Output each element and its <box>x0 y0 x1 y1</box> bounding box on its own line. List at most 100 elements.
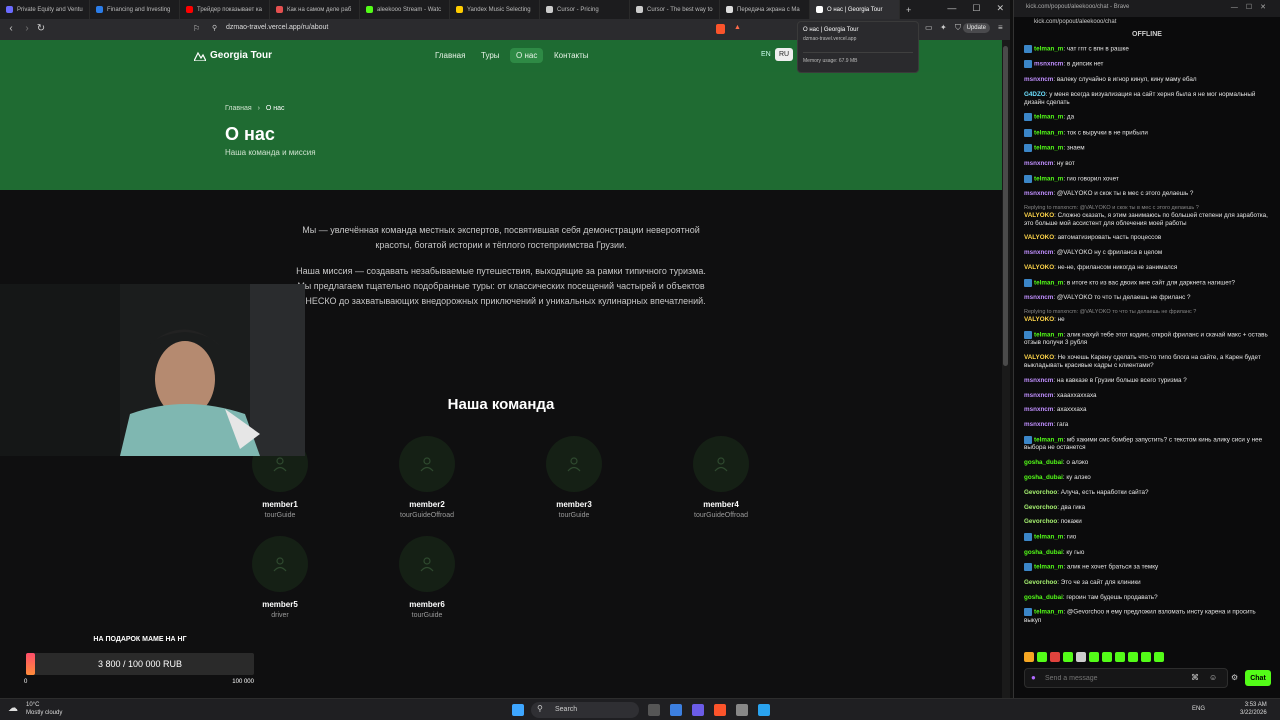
clock[interactable]: 3:53 AM 3/22/2026 <box>1240 701 1267 717</box>
reload-icon[interactable]: ↻ <box>34 23 48 34</box>
browser-tab[interactable]: Financing and Investing <box>90 0 180 19</box>
extensions-icon[interactable]: ✦ <box>940 23 947 32</box>
app-icon-1[interactable] <box>670 704 682 716</box>
browser-tab[interactable]: aleekooo Stream - Watc <box>360 0 450 19</box>
brave-icon[interactable] <box>714 704 726 716</box>
chat-username[interactable]: msnxncm <box>1034 61 1063 68</box>
chat-username[interactable]: telman_m <box>1034 175 1063 182</box>
start-icon[interactable] <box>512 704 524 716</box>
system-tray[interactable]: ENG <box>1192 706 1205 712</box>
chat-username[interactable]: telman_m <box>1034 332 1063 339</box>
chat-username[interactable]: gosha_dubai <box>1024 549 1063 556</box>
scrollbar-thumb[interactable] <box>1003 46 1008 366</box>
forward-icon[interactable]: › <box>20 23 34 34</box>
chat-username[interactable]: G4DZO <box>1024 91 1046 98</box>
emote-icon[interactable] <box>1024 652 1034 662</box>
bookmark-icon[interactable]: ⚐ <box>193 24 200 33</box>
browser-tab[interactable]: Передача экрана с Ma <box>720 0 810 19</box>
emote-icon[interactable] <box>1050 652 1060 662</box>
chat-username[interactable]: gosha_dubai <box>1024 594 1063 601</box>
browser-tab[interactable]: Cursor - The best way to <box>630 0 720 19</box>
mic-icon[interactable]: ● <box>1031 673 1036 682</box>
chat-username[interactable]: telman_m <box>1034 437 1063 444</box>
nav-tours[interactable]: Туры <box>481 51 500 60</box>
emote-icon[interactable] <box>1076 652 1086 662</box>
lang-indicator[interactable]: ENG <box>1192 706 1205 712</box>
nav-home[interactable]: Главная <box>435 51 465 60</box>
chat-username[interactable]: telman_m <box>1034 46 1063 53</box>
update-button[interactable]: Update <box>962 23 990 33</box>
sidebar-icon[interactable]: ▭ <box>925 23 933 32</box>
back-icon[interactable]: ‹ <box>4 23 18 34</box>
command-icon[interactable]: ⌘ <box>1191 673 1199 682</box>
emote-icon[interactable] <box>1063 652 1073 662</box>
emote-icon[interactable] <box>1089 652 1099 662</box>
brave-shields-icon[interactable] <box>716 24 725 34</box>
chat-username[interactable]: Gevorchoo <box>1024 489 1057 496</box>
chat-username[interactable]: telman_m <box>1034 114 1063 121</box>
chat-username[interactable]: Gevorchoo <box>1024 504 1057 511</box>
nav-about[interactable]: О нас <box>510 48 544 63</box>
browser-tab[interactable]: Yandex Music Selecting <box>450 0 540 19</box>
chat-username[interactable]: Gevorchoo <box>1024 518 1057 525</box>
chat-username[interactable]: msnxncm <box>1024 392 1053 399</box>
emote-icon[interactable] <box>1141 652 1151 662</box>
brave-rewards-icon[interactable]: ▲ <box>734 24 741 31</box>
chat-username[interactable]: telman_m <box>1034 609 1063 616</box>
telegram-icon[interactable] <box>758 704 770 716</box>
browser-tab[interactable]: Cursor - Pricing <box>540 0 630 19</box>
weather-widget[interactable]: 10°C Mostly cloudy <box>26 701 62 717</box>
chat-username[interactable]: Gevorchoo <box>1024 579 1057 586</box>
chat-username[interactable]: msnxncm <box>1024 76 1053 83</box>
chat-username[interactable]: msnxncm <box>1024 406 1053 413</box>
chat-username[interactable]: telman_m <box>1034 564 1063 571</box>
chat-username[interactable]: msnxncm <box>1024 421 1053 428</box>
chat-username[interactable]: VALYOKO <box>1024 212 1054 219</box>
new-tab-icon[interactable]: + <box>906 5 911 15</box>
browser-tab[interactable]: Трейдер показывает ка <box>180 0 270 19</box>
app-icon-3[interactable] <box>736 704 748 716</box>
nav-contacts[interactable]: Контакты <box>554 51 589 60</box>
chat-send-button[interactable]: Chat <box>1245 670 1271 686</box>
chat-username[interactable]: VALYOKO <box>1024 234 1054 241</box>
chat-message-input[interactable] <box>1045 672 1175 685</box>
emote-icon[interactable] <box>1115 652 1125 662</box>
settings-icon[interactable]: ⚙ <box>1231 673 1238 682</box>
emote-icon[interactable] <box>1102 652 1112 662</box>
browser-tab[interactable]: О нас | Georgia Tour <box>810 0 900 19</box>
chat-username[interactable]: msnxncm <box>1024 377 1053 384</box>
chat-username[interactable]: VALYOKO <box>1024 354 1054 361</box>
chat-username[interactable]: gosha_dubai <box>1024 474 1063 481</box>
weather-icon[interactable]: ☁ <box>8 703 18 714</box>
chat-username[interactable]: VALYOKO <box>1024 316 1054 323</box>
lang-ru-button[interactable]: RU <box>775 48 794 61</box>
close-icon[interactable]: ✕ <box>996 3 1004 14</box>
chat-username[interactable]: msnxncm <box>1024 294 1053 301</box>
site-logo[interactable]: Georgia Tour <box>194 50 272 61</box>
emote-icon[interactable] <box>1037 652 1047 662</box>
site-info-icon[interactable]: ⚲ <box>212 24 217 32</box>
shield-icon[interactable]: ⛉ <box>955 23 961 33</box>
menu-icon[interactable]: ≡ <box>998 23 1003 32</box>
url-field[interactable]: dzmao-travel.vercel.app/ru/about <box>226 24 328 31</box>
chat-username[interactable]: VALYOKO <box>1024 264 1054 271</box>
chat-username[interactable]: gosha_dubai <box>1024 459 1063 466</box>
chat-username[interactable]: msnxncm <box>1024 249 1053 256</box>
breadcrumb-home[interactable]: Главная <box>225 105 252 112</box>
chat-username[interactable]: msnxncm <box>1024 190 1053 197</box>
taskbar-search[interactable]: Search <box>531 702 639 718</box>
chat-username[interactable]: telman_m <box>1034 129 1063 136</box>
emoji-icon[interactable]: ☺ <box>1209 673 1217 682</box>
chat-username[interactable]: telman_m <box>1034 279 1063 286</box>
chat-username[interactable]: telman_m <box>1034 534 1063 541</box>
minimize-icon[interactable]: — <box>947 3 956 14</box>
lang-en-button[interactable]: EN <box>761 51 771 58</box>
chat-username[interactable]: msnxncm <box>1024 160 1053 167</box>
chat-username[interactable]: telman_m <box>1034 145 1063 152</box>
chat-window-controls[interactable]: —☐✕ <box>1231 3 1274 11</box>
emote-icon[interactable] <box>1154 652 1164 662</box>
browser-tab[interactable]: Private Equity and Ventu <box>0 0 90 19</box>
browser-tab[interactable]: Как на самом деле раб <box>270 0 360 19</box>
app-icon-2[interactable] <box>692 704 704 716</box>
task-view-icon[interactable] <box>648 704 660 716</box>
